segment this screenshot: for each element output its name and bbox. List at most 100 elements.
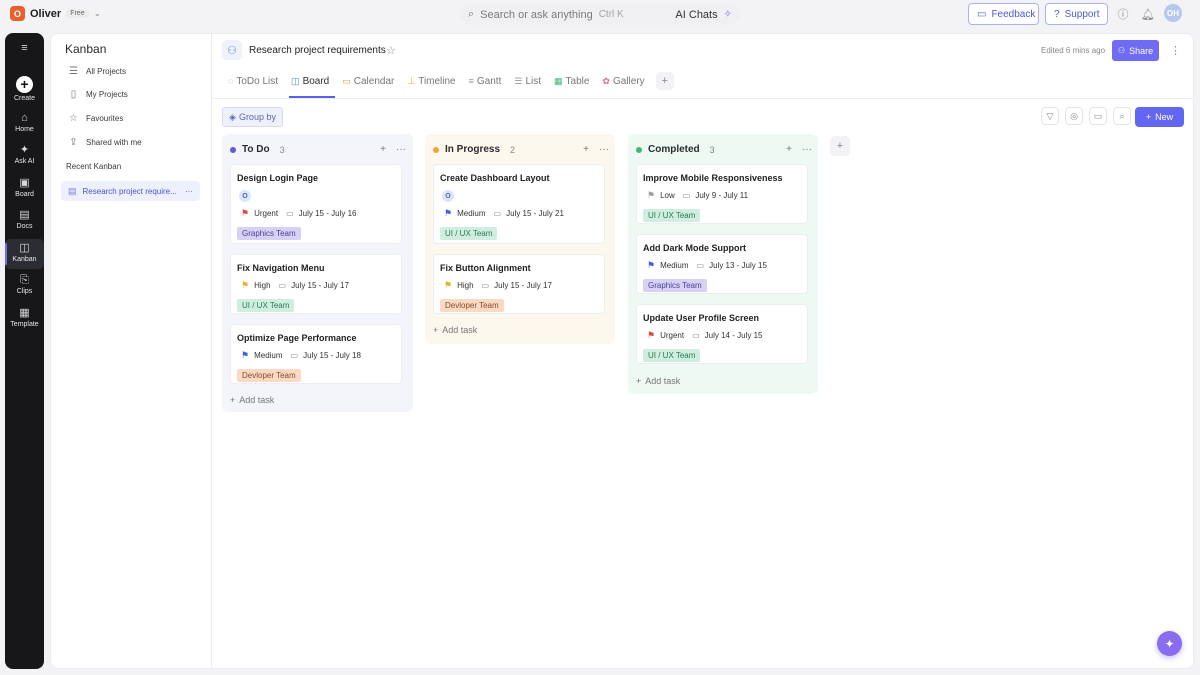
column-title: In Progress (445, 144, 501, 155)
more-vertical-icon[interactable]: ⋮ (1170, 44, 1181, 57)
task-card[interactable]: Create Dashboard Layout O ⚑ Medium ▭ Jul… (433, 164, 605, 244)
group-by-button[interactable]: ◈ Group by (222, 107, 283, 127)
plus-icon[interactable]: + (380, 144, 386, 155)
tab-list[interactable]: ☰ List (512, 74, 547, 98)
card-title: Create Dashboard Layout (440, 173, 550, 183)
ai-assistant-button[interactable]: ✦ (1157, 631, 1182, 656)
new-label: New (1155, 112, 1174, 122)
calendar-icon: ▭ (286, 209, 294, 218)
flag-icon: ⚑ (444, 208, 453, 218)
rail-menu-button[interactable]: ≡ (5, 43, 44, 54)
add-column-button[interactable]: + (830, 136, 850, 156)
task-card[interactable]: Update User Profile Screen ⚑ Urgent ▭ Ju… (636, 304, 808, 364)
new-task-button[interactable]: + New (1135, 107, 1184, 127)
book-icon: ▯ (70, 88, 77, 100)
table-icon: ▦ (554, 76, 563, 86)
calendar-icon: ▭ (290, 351, 299, 360)
priority-label: Medium (660, 261, 689, 270)
settings-icon[interactable]: ◎ (1065, 107, 1083, 125)
rail-label: Create (13, 95, 35, 102)
column-count: 3 (709, 144, 715, 155)
plus-icon[interactable]: + (786, 144, 792, 155)
flag-icon: ⚑ (241, 350, 250, 360)
team-tag: UI / UX Team (237, 299, 295, 312)
star-icon[interactable]: ☆ (386, 44, 396, 57)
plus-icon[interactable]: + (583, 144, 589, 155)
sidebar-item-all-projects[interactable]: ☰ All Projects (62, 61, 202, 81)
add-task-button[interactable]: + Add task (230, 395, 274, 405)
rail-item-board[interactable]: ▣ Board (5, 178, 44, 199)
tab-gantt[interactable]: ≡ Gantt (467, 74, 508, 98)
feedback-button[interactable]: ▭ Feedback (968, 3, 1039, 25)
view-tabs: ◌ ToDo List ◫ Board ▭ Calendar ⊥ Timeline ≡ G… (226, 72, 674, 98)
board-icon: ◫ (291, 76, 300, 86)
priority-label: Urgent (660, 331, 685, 340)
support-button[interactable]: ? Support (1045, 3, 1108, 25)
flag-icon: ⚑ (647, 330, 656, 340)
calendar-icon: ▭ (493, 209, 502, 218)
more-icon[interactable]: ··· (396, 144, 406, 155)
sidebar-item-label: Shared with me (86, 137, 142, 147)
tab-gallery[interactable]: ✿ Gallery (600, 74, 650, 98)
task-card[interactable]: Improve Mobile Responsiveness ⚑ Low ▭ Ju… (636, 164, 808, 224)
card-title: Add Dark Mode Support (643, 243, 746, 253)
add-view-button[interactable]: + (655, 72, 674, 90)
bell-icon[interactable]: 🔔︎ (1140, 6, 1156, 22)
plus-icon: + (636, 376, 642, 386)
rail-item-clips[interactable]: ⎘ Clips (5, 274, 44, 296)
user-switcher[interactable]: O Oliver Free ⌄ (10, 6, 101, 21)
task-card[interactable]: Add Dark Mode Support ⚑ Medium ▭ July 13… (636, 234, 808, 294)
rail-item-ask-ai[interactable]: ✦ Ask AI (5, 145, 44, 166)
tab-timeline[interactable]: ⊥ Timeline (405, 74, 461, 98)
ai-chats-button[interactable]: AI Chats (675, 9, 717, 21)
plus-icon: + (16, 76, 33, 93)
profile-avatar[interactable]: OH (1164, 4, 1182, 22)
add-task-button[interactable]: + Add task (433, 325, 477, 335)
calendar-icon: ▭ (692, 331, 700, 340)
more-icon[interactable]: ··· (185, 187, 193, 196)
task-card[interactable]: Optimize Page Performance ⚑ Medium ▭ Jul… (230, 324, 402, 384)
more-icon[interactable]: ··· (802, 144, 812, 155)
priority-label: Urgent (254, 209, 279, 218)
rail-item-kanban[interactable]: ◫ Kanban (5, 239, 44, 269)
task-card[interactable]: Fix Navigation Menu ⚑ High ▭ July 15 - J… (230, 254, 402, 314)
list-icon: ☰ (69, 65, 78, 77)
share-button[interactable]: ⚇ Share (1112, 40, 1159, 61)
rail-item-create[interactable]: + Create (5, 76, 44, 102)
sidebar-item-shared[interactable]: ⇪ Shared with me (62, 132, 202, 152)
feedback-label: Feedback (991, 8, 1036, 20)
filter-icon[interactable]: ▽ (1041, 107, 1059, 125)
add-task-label: Add task (239, 395, 275, 405)
plus-icon: + (433, 325, 439, 335)
task-card[interactable]: Design Login Page O ⚑ Urgent ▭ July 15 -… (230, 164, 402, 244)
card-meta: ⚑ High ▭ July 15 - July 17 (440, 280, 598, 291)
column-title: To Do (242, 144, 270, 155)
priority-label: Medium (457, 209, 486, 218)
clip-icon: ⎘ (20, 274, 29, 286)
add-task-label: Add task (442, 325, 478, 335)
sidebar-item-my-projects[interactable]: ▯ My Projects (62, 84, 202, 104)
sidebar-item-favourites[interactable]: ☆ Favourites (62, 108, 202, 128)
tab-calendar[interactable]: ▭ Calendar (340, 74, 400, 98)
more-icon[interactable]: ··· (599, 144, 609, 155)
menu-icon: ≡ (21, 42, 28, 54)
team-tag: UI / UX Team (643, 209, 701, 222)
recent-kanban-item[interactable]: ▤ Research project require... ··· (61, 181, 200, 201)
rail-item-template[interactable]: ▦ Template (5, 308, 44, 329)
column-todo: To Do 3 + ··· Design Login Page O ⚑ Urgen… (222, 134, 413, 412)
rail-item-home[interactable]: ⌂ Home (5, 113, 44, 134)
tab-board[interactable]: ◫ Board (289, 74, 336, 98)
info-icon[interactable]: ⓘ (1115, 6, 1131, 22)
tab-todo-list[interactable]: ◌ ToDo List (226, 74, 284, 98)
search-input[interactable]: ⌕ Search or ask anything Ctrl K AI Chats… (460, 4, 740, 25)
add-task-button[interactable]: + Add task (636, 376, 680, 386)
tab-table[interactable]: ▦ Table (552, 74, 595, 98)
search-icon[interactable]: ⌕ (1113, 107, 1131, 125)
rail-item-docs[interactable]: ▤ Docs (5, 210, 44, 231)
archive-icon[interactable]: ▭ (1089, 107, 1107, 125)
column-count: 2 (510, 144, 516, 155)
task-card[interactable]: Fix Button Alignment ⚑ High ▭ July 15 - … (433, 254, 605, 314)
team-tag: UI / UX Team (440, 227, 498, 240)
column-in-progress: In Progress 2 + ··· Create Dashboard Layo… (425, 134, 615, 344)
calendar-icon: ▭ (481, 281, 490, 290)
